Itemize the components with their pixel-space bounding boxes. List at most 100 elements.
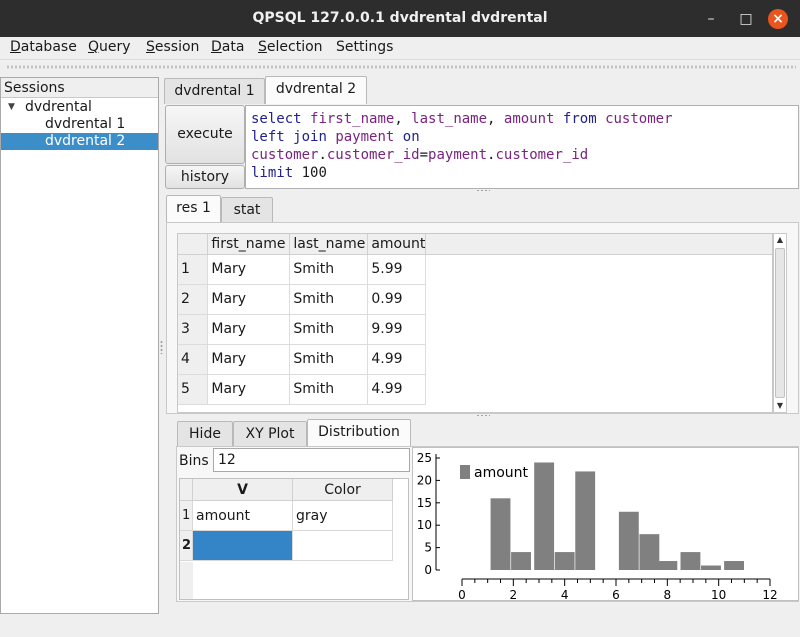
tab-hide[interactable]: Hide: [177, 421, 233, 447]
result-grid[interactable]: first_name last_name amount 1 Mary Smith 5.…: [177, 233, 773, 413]
histogram-bar: [490, 498, 511, 570]
row-number[interactable]: 2: [180, 531, 193, 561]
row-number[interactable]: 5: [178, 374, 209, 405]
menu-selection[interactable]: Selection: [258, 39, 323, 55]
row-filler: [426, 344, 772, 374]
table-row[interactable]: 1 Mary Smith 5.99: [178, 254, 772, 285]
x-tick-label: 0: [458, 588, 466, 600]
amount-cell[interactable]: 0.99: [367, 284, 427, 315]
menu-database[interactable]: Database: [10, 39, 77, 55]
minimize-button[interactable]: –: [701, 9, 721, 29]
column-header-v[interactable]: V: [193, 479, 293, 501]
row-number[interactable]: 1: [178, 254, 209, 285]
menu-query-mnemonic: Q: [88, 39, 100, 55]
first-name-cell[interactable]: Mary: [207, 314, 291, 345]
column-header-amount[interactable]: amount: [367, 234, 427, 255]
sql-token: ,: [487, 111, 504, 127]
tab-res-1[interactable]: res 1: [166, 195, 221, 223]
last-name-cell[interactable]: Smith: [289, 374, 369, 405]
histogram-bar: [657, 561, 678, 570]
last-name-cell[interactable]: Smith: [289, 254, 369, 285]
row-header-filler: [180, 562, 193, 599]
sql-token: join: [293, 129, 327, 145]
first-name-cell[interactable]: Mary: [207, 284, 291, 315]
menu-database-mnemonic: D: [10, 39, 21, 55]
tree-item-dvdrental[interactable]: ▼ dvdrental: [1, 99, 158, 116]
table-row[interactable]: 4 Mary Smith 4.99: [178, 344, 772, 375]
first-name-cell[interactable]: Mary: [207, 374, 291, 405]
vertical-splitter[interactable]: [160, 340, 163, 354]
table-row[interactable]: 2 Mary Smith 0.99: [178, 284, 772, 315]
tree-item-label: dvdrental: [25, 99, 92, 115]
last-name-cell[interactable]: Smith: [289, 284, 369, 315]
first-name-cell[interactable]: Mary: [207, 344, 291, 375]
column-header-last-name[interactable]: last_name: [289, 234, 369, 255]
tree-item-session-1[interactable]: dvdrental 1: [1, 116, 158, 133]
sql-line: limit 100: [251, 164, 793, 182]
first-name-cell[interactable]: Mary: [207, 254, 291, 285]
row-filler: [426, 314, 772, 344]
execute-button[interactable]: execute: [165, 105, 245, 164]
menu-data[interactable]: Data: [211, 39, 244, 55]
sql-editor[interactable]: select first_name, last_name, amount fro…: [245, 105, 799, 189]
expand-arrow-icon[interactable]: ▼: [8, 99, 15, 116]
editor-splitter[interactable]: [476, 189, 490, 192]
column-header-first-name[interactable]: first_name: [207, 234, 291, 255]
tree-item-label: dvdrental 2: [45, 133, 126, 149]
last-name-cell[interactable]: Smith: [289, 344, 369, 375]
column-header-color[interactable]: Color: [293, 479, 393, 501]
color-cell[interactable]: [293, 531, 393, 561]
tab-distribution[interactable]: Distribution: [307, 419, 411, 447]
tab-dvdrental-2[interactable]: dvdrental 2: [265, 76, 367, 104]
table-row[interactable]: 3 Mary Smith 9.99: [178, 314, 772, 345]
menu-settings[interactable]: Settings: [336, 39, 393, 55]
sessions-panel: Sessions ▼ dvdrental dvdrental 1 dvdrent…: [0, 77, 159, 614]
sql-token: 100: [293, 165, 327, 181]
menu-query-label: uery: [99, 39, 131, 55]
amount-cell[interactable]: 5.99: [367, 254, 427, 285]
scroll-up-icon[interactable]: ▲: [774, 234, 786, 246]
result-scrollbar[interactable]: ▲ ▼: [773, 233, 787, 413]
history-button[interactable]: history: [165, 165, 245, 189]
toolbar-grip-dots[interactable]: [6, 64, 796, 70]
row-number[interactable]: 1: [180, 501, 193, 531]
histogram-bar: [534, 462, 555, 570]
variable-cell[interactable]: amount: [193, 501, 293, 531]
histogram-bar: [554, 552, 575, 570]
tab-stat[interactable]: stat: [221, 197, 273, 223]
table-header-row: first_name last_name amount: [178, 234, 772, 255]
histogram-plot[interactable]: 0 5 10 15 20 25 0 2 4 6 8 10 12 amount: [412, 447, 799, 601]
sql-line: customer.customer_id=payment.customer_id: [251, 146, 793, 164]
menu-data-mnemonic: D: [211, 39, 222, 55]
color-cell[interactable]: gray: [293, 501, 393, 531]
sql-line: left join payment on: [251, 128, 793, 146]
table-row[interactable]: 5 Mary Smith 4.99: [178, 374, 772, 405]
row-number[interactable]: 3: [178, 314, 209, 345]
y-tick-label: 25: [417, 451, 432, 465]
last-name-cell[interactable]: Smith: [289, 314, 369, 345]
corner-header[interactable]: [180, 479, 193, 501]
menu-query[interactable]: Query: [88, 39, 131, 55]
tab-xy-plot[interactable]: XY Plot: [233, 421, 307, 447]
amount-cell[interactable]: 4.99: [367, 344, 427, 375]
scrollbar-thumb[interactable]: [775, 248, 785, 398]
result-splitter[interactable]: [476, 414, 490, 417]
tree-item-session-2[interactable]: dvdrental 2: [1, 133, 158, 150]
row-number[interactable]: 4: [178, 344, 209, 375]
close-button[interactable]: ×: [768, 9, 788, 29]
amount-cell[interactable]: 9.99: [367, 314, 427, 345]
scroll-down-icon[interactable]: ▼: [774, 400, 786, 412]
variables-table: V Color 1 amount gray 2: [179, 478, 409, 600]
variable-cell-selected[interactable]: [193, 531, 293, 561]
maximize-button[interactable]: □: [736, 9, 756, 29]
menu-session[interactable]: Session: [146, 39, 199, 55]
row-number[interactable]: 2: [178, 284, 209, 315]
corner-header[interactable]: [178, 234, 209, 255]
tab-dvdrental-1[interactable]: dvdrental 1: [164, 78, 265, 104]
amount-cell[interactable]: 4.99: [367, 374, 427, 405]
row-filler: [426, 374, 772, 404]
histogram-bar: [511, 552, 531, 570]
bins-input[interactable]: 12: [213, 448, 410, 472]
